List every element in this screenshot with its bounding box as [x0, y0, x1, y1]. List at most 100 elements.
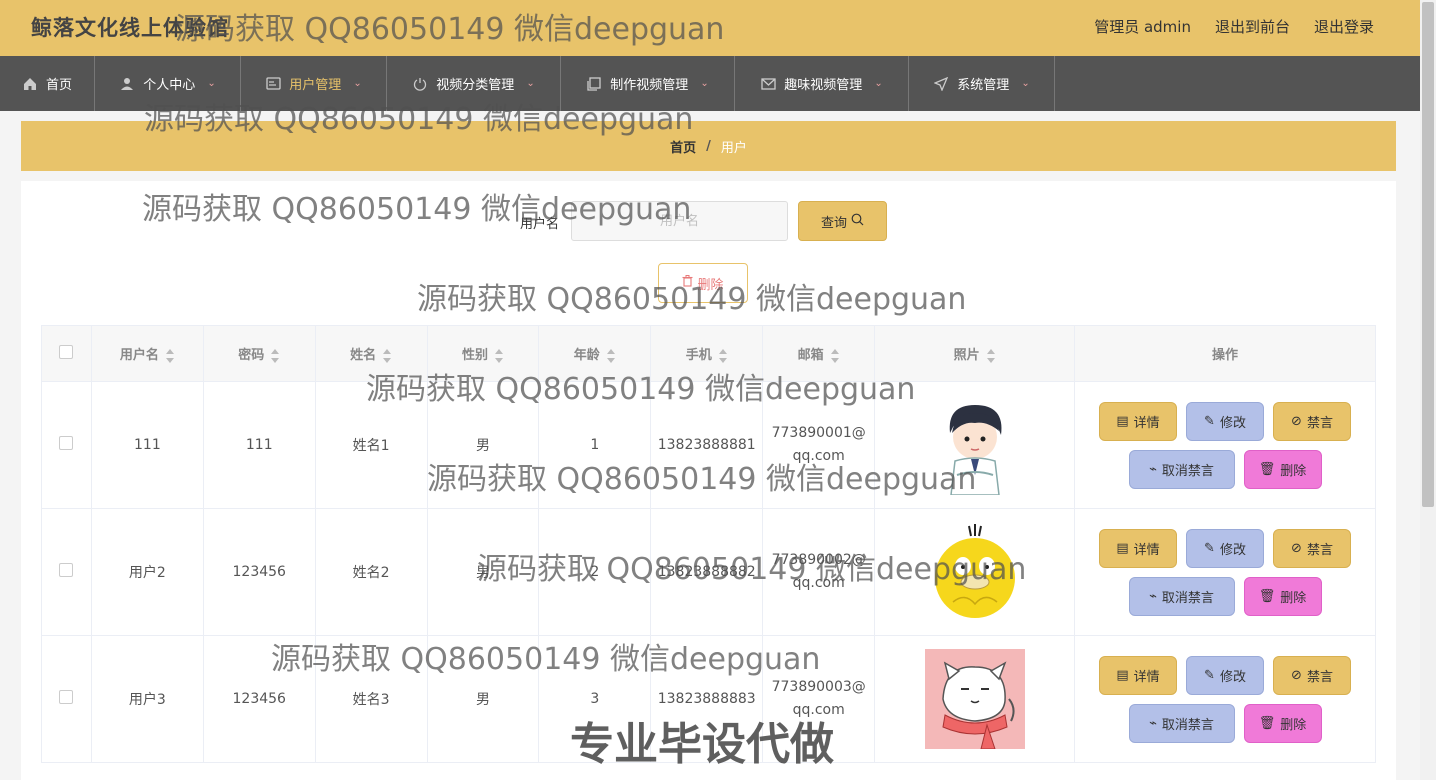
user-icon — [119, 76, 135, 92]
site-title: 鲸落文化线上体验馆 — [31, 16, 229, 40]
cell-age: 3 — [538, 635, 652, 763]
row-checkbox[interactable] — [59, 690, 74, 704]
trash-icon: 🗑 — [1258, 461, 1276, 477]
pencil-icon: ✎ — [1204, 413, 1215, 429]
nav-item-personal-center[interactable]: 个人中心 ⌄ — [95, 56, 241, 111]
detail-button[interactable]: ▤ 详情 — [1099, 528, 1177, 568]
row-actions: ▤ 详情 ✎ 修改 ⊘ 禁言 ⌁ 取消禁言 🗑 删除 — [1075, 655, 1375, 743]
cell-password: 123456 — [202, 508, 316, 636]
sort-icon[interactable] — [986, 348, 996, 363]
delete-button[interactable]: 🗑 删除 — [1243, 576, 1322, 616]
edit-button[interactable]: ✎ 修改 — [1186, 528, 1264, 568]
cell-password: 123456 — [202, 635, 316, 763]
search-button-label: 查询 — [820, 215, 847, 231]
unban-button[interactable]: ⌁ 取消禁言 — [1128, 576, 1235, 616]
logout-link[interactable]: 退出登录 — [1314, 16, 1374, 37]
nav-label: 趣味视频管理 — [784, 78, 863, 93]
duck-avatar-image — [924, 522, 1025, 622]
cell-username: 用户3 — [90, 635, 204, 763]
delete-button[interactable]: 🗑 删除 — [1243, 449, 1322, 489]
nav-label: 系统管理 — [957, 78, 1010, 93]
nav-label: 首页 — [45, 78, 72, 93]
power-icon — [412, 76, 428, 92]
sort-icon[interactable] — [270, 348, 280, 363]
cell-email: 773890002@qq.com — [771, 552, 866, 591]
table-header-row: 用户名 密码 姓名 性别 年龄 手机 邮箱 照片 操作 — [41, 325, 1376, 382]
row-checkbox[interactable] — [59, 436, 74, 450]
search-button[interactable]: 查询 — [798, 201, 887, 241]
nav-label: 个人中心 — [143, 78, 196, 93]
trash-icon: 🗑 — [1258, 588, 1276, 604]
sort-icon[interactable] — [830, 348, 840, 363]
row-actions: ▤ 详情 ✎ 修改 ⊘ 禁言 ⌁ 取消禁言 🗑 删除 — [1075, 401, 1375, 489]
boy-avatar-image — [924, 395, 1025, 495]
row-actions: ▤ 详情 ✎ 修改 ⊘ 禁言 ⌁ 取消禁言 🗑 删除 — [1075, 528, 1375, 616]
edit-button[interactable]: ✎ 修改 — [1186, 655, 1264, 695]
sort-icon[interactable] — [718, 348, 728, 363]
detail-button[interactable]: ▤ 详情 — [1099, 401, 1177, 441]
column-header-username[interactable]: 用户名 — [90, 325, 204, 382]
user-table: 用户名 密码 姓名 性别 年龄 手机 邮箱 照片 操作 111 111 姓名1 … — [41, 325, 1376, 763]
breadcrumb-home[interactable]: 首页 — [670, 137, 696, 156]
mute-icon: ⊘ — [1291, 540, 1302, 556]
nav-item-user-management[interactable]: 用户管理 ⌄ — [241, 56, 387, 111]
detail-button[interactable]: ▤ 详情 — [1099, 655, 1177, 695]
row-checkbox[interactable] — [59, 563, 74, 577]
column-header-password[interactable]: 密码 — [202, 325, 316, 382]
sort-icon[interactable] — [382, 348, 392, 363]
cell-phone: 13823888883 — [650, 635, 764, 763]
cell-phone: 13823888882 — [650, 508, 764, 636]
username-search-input[interactable] — [571, 201, 788, 241]
column-header-email[interactable]: 邮箱 — [762, 325, 876, 382]
cell-password: 111 — [202, 381, 316, 509]
edit-button[interactable]: ✎ 修改 — [1186, 401, 1264, 441]
ban-button[interactable]: ⊘ 禁言 — [1273, 401, 1351, 441]
ban-button[interactable]: ⊘ 禁言 — [1273, 655, 1351, 695]
chevron-down-icon: ⌄ — [526, 78, 535, 89]
sort-icon[interactable] — [165, 348, 175, 363]
trash-icon — [682, 275, 693, 291]
nav-item-video-category[interactable]: 视频分类管理 ⌄ — [387, 56, 561, 111]
select-all-cell — [41, 325, 92, 382]
table-row: 用户2 123456 姓名2 男 2 13823888882 773890002… — [41, 508, 1376, 636]
top-header: 鲸落文化线上体验馆 管理员 admin 退出到前台 退出登录 — [0, 0, 1436, 56]
unban-button[interactable]: ⌁ 取消禁言 — [1128, 703, 1235, 743]
breadcrumb-current: 用户 — [720, 140, 747, 156]
card-icon — [265, 76, 281, 92]
nav-label: 制作视频管理 — [610, 78, 689, 93]
delete-button[interactable]: 🗑 删除 — [1243, 703, 1322, 743]
pencil-icon: ✎ — [1204, 667, 1215, 683]
mute-icon: ⊘ — [1291, 667, 1302, 683]
cell-gender: 男 — [426, 508, 540, 636]
ban-button[interactable]: ⊘ 禁言 — [1273, 528, 1351, 568]
batch-delete-button[interactable]: 删除 — [658, 263, 748, 303]
unban-button[interactable]: ⌁ 取消禁言 — [1128, 449, 1235, 489]
select-all-checkbox[interactable] — [59, 344, 74, 359]
scroll-thumb[interactable] — [1422, 2, 1434, 507]
document-icon: ▤ — [1116, 413, 1129, 429]
cell-name: 姓名1 — [314, 381, 428, 509]
nav-item-production-video[interactable]: 制作视频管理 ⌄ — [561, 56, 735, 111]
header-links: 管理员 admin 退出到前台 退出登录 — [1094, 16, 1374, 37]
chevron-down-icon: ⌄ — [353, 78, 362, 89]
nav-item-system-management[interactable]: 系统管理 ⌄ — [909, 56, 1055, 111]
column-header-age[interactable]: 年龄 — [538, 325, 652, 382]
unmute-icon: ⌁ — [1149, 461, 1157, 477]
nav-item-fun-video[interactable]: 趣味视频管理 ⌄ — [735, 56, 909, 111]
exit-to-front-link[interactable]: 退出到前台 — [1215, 16, 1290, 37]
chevron-down-icon: ⌄ — [1021, 78, 1030, 89]
nav-item-home[interactable]: 首页 — [0, 56, 95, 111]
cell-gender: 男 — [426, 635, 540, 763]
column-header-phone[interactable]: 手机 — [650, 325, 764, 382]
column-header-gender[interactable]: 性别 — [426, 325, 540, 382]
sort-icon[interactable] — [494, 348, 504, 363]
page-scrollbar[interactable] — [1420, 0, 1436, 780]
column-header-name[interactable]: 姓名 — [314, 325, 428, 382]
cat-avatar-image — [924, 649, 1025, 749]
column-header-photo[interactable]: 照片 — [874, 325, 1076, 382]
cell-age: 2 — [538, 508, 652, 636]
search-label: 用户名 — [520, 217, 560, 232]
chevron-down-icon: ⌄ — [207, 78, 216, 89]
cell-phone: 13823888881 — [650, 381, 764, 509]
sort-icon[interactable] — [606, 348, 616, 363]
